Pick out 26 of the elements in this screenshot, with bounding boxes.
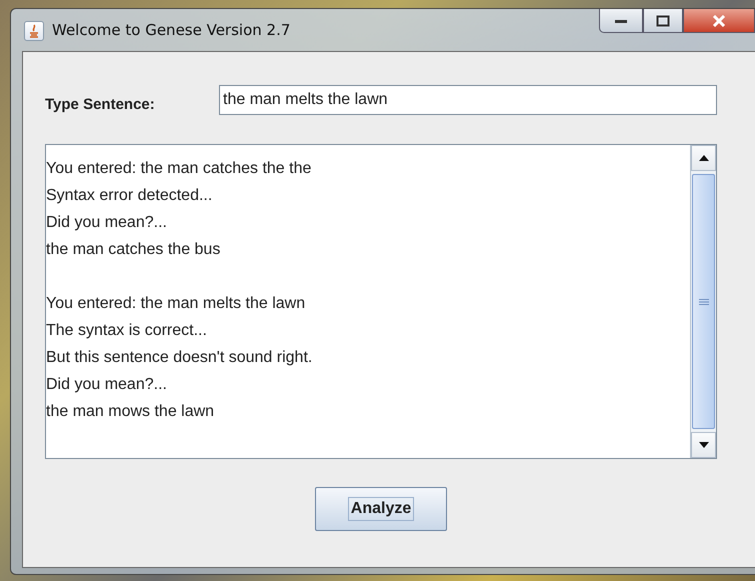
output-line: But this sentence doesn't sound right.: [46, 348, 314, 368]
output-line: Did you mean?...: [46, 375, 168, 395]
close-button[interactable]: [683, 9, 755, 33]
down-arrow-icon: [698, 442, 708, 448]
analyze-button[interactable]: Analyze: [315, 487, 447, 531]
output-line: the man mows the lawn: [46, 402, 216, 422]
output-line: You entered: the man catches the the: [46, 159, 312, 179]
close-icon: [712, 14, 726, 26]
output-line: The syntax is correct...: [46, 321, 208, 341]
output-line: Did you mean?...: [46, 213, 168, 233]
sentence-input-field[interactable]: the man melts the lawn: [219, 85, 717, 115]
output-line: the man catches the bus: [46, 240, 222, 260]
minimize-button[interactable]: [599, 9, 643, 33]
maximize-button[interactable]: [643, 9, 683, 33]
maximize-icon: [656, 14, 670, 26]
field-label: Type Sentence:: [45, 96, 156, 112]
window-title: Welcome to Genese Version 2.7: [52, 21, 290, 39]
scroll-up-button[interactable]: [691, 145, 716, 171]
scroll-down-button[interactable]: [691, 432, 716, 458]
grip-icon: [698, 298, 708, 304]
up-arrow-icon: [698, 155, 708, 161]
output-line: Syntax error detected...: [46, 186, 214, 206]
cup-icon: [28, 24, 40, 38]
minimize-icon: [614, 18, 628, 24]
scrollbar-thumb[interactable]: [692, 174, 715, 429]
output-line: You entered: the man melts the lawn: [46, 294, 306, 314]
